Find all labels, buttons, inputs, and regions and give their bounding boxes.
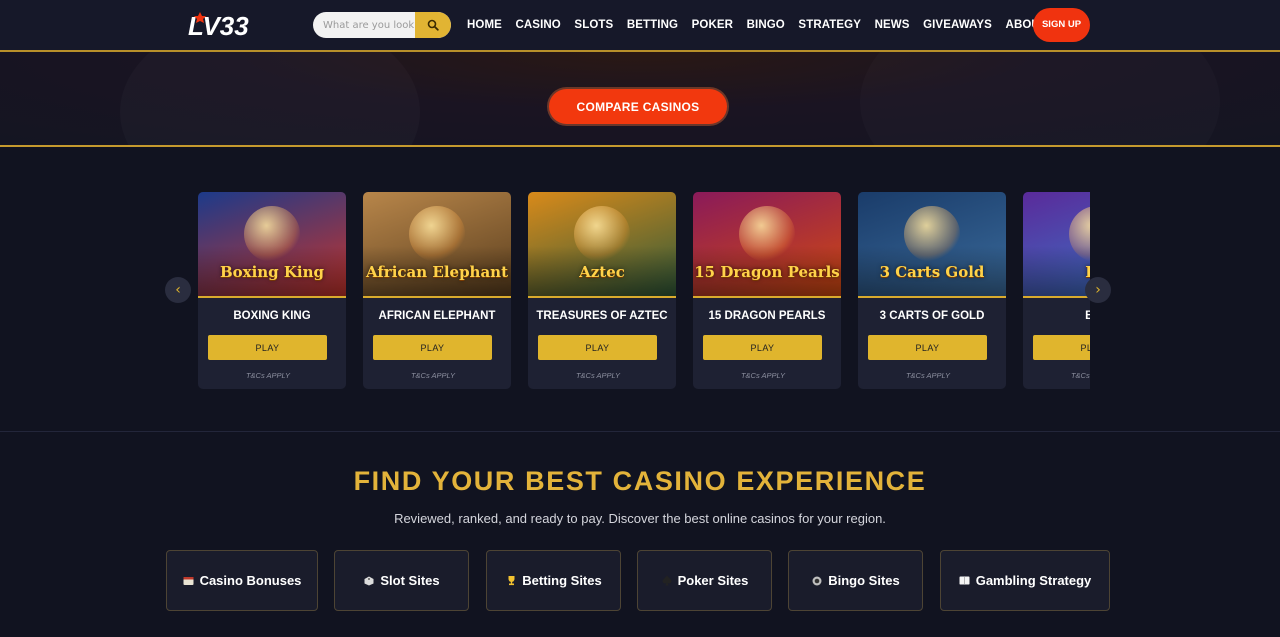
game-thumbnail[interactable]: Aztec xyxy=(528,192,676,298)
category-betting-sites[interactable]: Betting Sites xyxy=(486,550,621,611)
category-poker-sites[interactable]: Poker Sites xyxy=(637,550,772,611)
game-thumbnail[interactable]: 15 Dragon Pearls xyxy=(693,192,841,298)
hero-decoration xyxy=(860,52,1220,145)
nav-strategy[interactable]: STRATEGY xyxy=(798,19,861,31)
category-gambling-strategy[interactable]: Gambling Strategy xyxy=(940,550,1110,611)
category-label: Poker Sites xyxy=(677,573,749,588)
nav-bingo[interactable]: BINGO xyxy=(747,19,785,31)
play-button[interactable]: PLAY xyxy=(373,335,492,360)
carousel-next-button[interactable]: › xyxy=(1085,277,1111,303)
chevron-left-icon: ‹ xyxy=(175,282,181,298)
book-icon xyxy=(959,575,971,587)
search-box xyxy=(313,12,451,38)
hero-decoration xyxy=(120,52,420,145)
game-card[interactable]: Aztec TREASURES OF AZTEC PLAY T&Cs APPLY xyxy=(528,192,676,389)
game-name: BUZ xyxy=(1085,310,1090,322)
nav-slots[interactable]: SLOTS xyxy=(574,19,613,31)
casino-chip-icon xyxy=(183,575,195,587)
game-thumbnail[interactable]: Boxing King xyxy=(198,192,346,298)
category-label: Bingo Sites xyxy=(828,573,900,588)
section-subtitle: Reviewed, ranked, and ready to pay. Disc… xyxy=(394,511,886,526)
lv33-logo[interactable]: LV33 xyxy=(188,10,296,42)
nav-betting[interactable]: BETTING xyxy=(627,19,678,31)
game-card[interactable]: African Elephant AFRICAN ELEPHANT PLAY T&Cs… xyxy=(363,192,511,389)
game-art-title: African Elephant xyxy=(365,263,509,281)
category-buttons: Casino Bonuses Slot Sites Betting Sites … xyxy=(0,550,1280,611)
section-title: FIND YOUR BEST CASINO EXPERIENCE xyxy=(353,466,927,496)
search-input[interactable] xyxy=(313,12,415,38)
tcs-apply-note[interactable]: T&Cs APPLY xyxy=(693,371,833,380)
play-button[interactable]: PLAY xyxy=(208,335,327,360)
nav-home[interactable]: HOME xyxy=(467,19,502,31)
hero-banner: COMPARE CASINOS xyxy=(0,52,1280,147)
site-header: LV33 HOME CASINO SLOTS BETTING POKER BIN… xyxy=(0,0,1280,52)
game-art-title: Bu xyxy=(1023,264,1090,280)
play-button[interactable]: PLAY xyxy=(703,335,822,360)
spade-icon xyxy=(661,575,673,587)
category-label: Gambling Strategy xyxy=(975,573,1092,588)
main-nav: HOME CASINO SLOTS BETTING POKER BINGO ST… xyxy=(462,0,1080,50)
category-label: Betting Sites xyxy=(522,573,602,588)
game-thumbnail[interactable]: 3 Carts Gold xyxy=(858,192,1006,298)
tcs-apply-note[interactable]: T&Cs APPLY xyxy=(198,371,338,380)
game-name: TREASURES OF AZTEC xyxy=(536,310,668,322)
carousel-track: Boxing King BOXING KING PLAY T&Cs APPLY Afri… xyxy=(198,192,1090,389)
search-icon xyxy=(427,19,439,31)
play-button[interactable]: PLAY xyxy=(868,335,987,360)
play-button[interactable]: PLAY xyxy=(538,335,657,360)
compare-casinos-button[interactable]: COMPARE CASINOS xyxy=(549,89,727,124)
category-slot-sites[interactable]: Slot Sites xyxy=(334,550,469,611)
category-casino-bonuses[interactable]: Casino Bonuses xyxy=(166,550,318,611)
tcs-apply-note[interactable]: T&Cs APPLY xyxy=(858,371,998,380)
tcs-apply-note[interactable]: T&Cs APPLY xyxy=(1023,371,1090,380)
game-name: AFRICAN ELEPHANT xyxy=(378,310,496,322)
category-label: Slot Sites xyxy=(380,573,440,588)
game-thumbnail[interactable]: Bu xyxy=(1023,192,1090,298)
game-art-title: 15 Dragon Pearls xyxy=(694,263,840,281)
trophy-icon xyxy=(505,575,517,587)
play-button[interactable]: PLAY xyxy=(1033,335,1090,360)
game-thumbnail[interactable]: African Elephant xyxy=(363,192,511,298)
game-name: 3 CARTS OF GOLD xyxy=(879,310,985,322)
game-art-title: Boxing King xyxy=(219,263,325,281)
signup-button[interactable]: SIGN UP xyxy=(1033,8,1090,42)
games-carousel: Boxing King BOXING KING PLAY T&Cs APPLY Afri… xyxy=(0,149,1280,432)
game-card[interactable]: 15 Dragon Pearls 15 DRAGON PEARLS PLAY T&Cs… xyxy=(693,192,841,389)
nav-casino[interactable]: CASINO xyxy=(516,19,561,31)
chevron-right-icon: › xyxy=(1095,282,1101,298)
logo-wordmark: LV33 xyxy=(188,11,249,41)
tcs-apply-note[interactable]: T&Cs APPLY xyxy=(363,371,503,380)
game-art-title: 3 Carts Gold xyxy=(879,263,985,281)
carousel-prev-button[interactable]: ‹ xyxy=(165,277,191,303)
category-bingo-sites[interactable]: Bingo Sites xyxy=(788,550,923,611)
game-card[interactable]: Boxing King BOXING KING PLAY T&Cs APPLY xyxy=(198,192,346,389)
game-name: 15 DRAGON PEARLS xyxy=(708,310,826,322)
nav-giveaways[interactable]: GIVEAWAYS xyxy=(923,19,992,31)
tcs-apply-note[interactable]: T&Cs APPLY xyxy=(528,371,668,380)
nav-poker[interactable]: POKER xyxy=(692,19,733,31)
game-card[interactable]: 3 Carts Gold 3 CARTS OF GOLD PLAY T&Cs APPL… xyxy=(858,192,1006,389)
game-card[interactable]: Bu BUZ PLAY T&Cs APPLY xyxy=(1023,192,1090,389)
game-art-title: Aztec xyxy=(579,263,625,281)
category-label: Casino Bonuses xyxy=(199,573,302,588)
search-button[interactable] xyxy=(415,12,451,38)
bingo-ball-icon xyxy=(811,575,823,587)
game-name: BOXING KING xyxy=(233,310,311,322)
nav-news[interactable]: NEWS xyxy=(875,19,910,31)
dice-icon xyxy=(363,575,375,587)
